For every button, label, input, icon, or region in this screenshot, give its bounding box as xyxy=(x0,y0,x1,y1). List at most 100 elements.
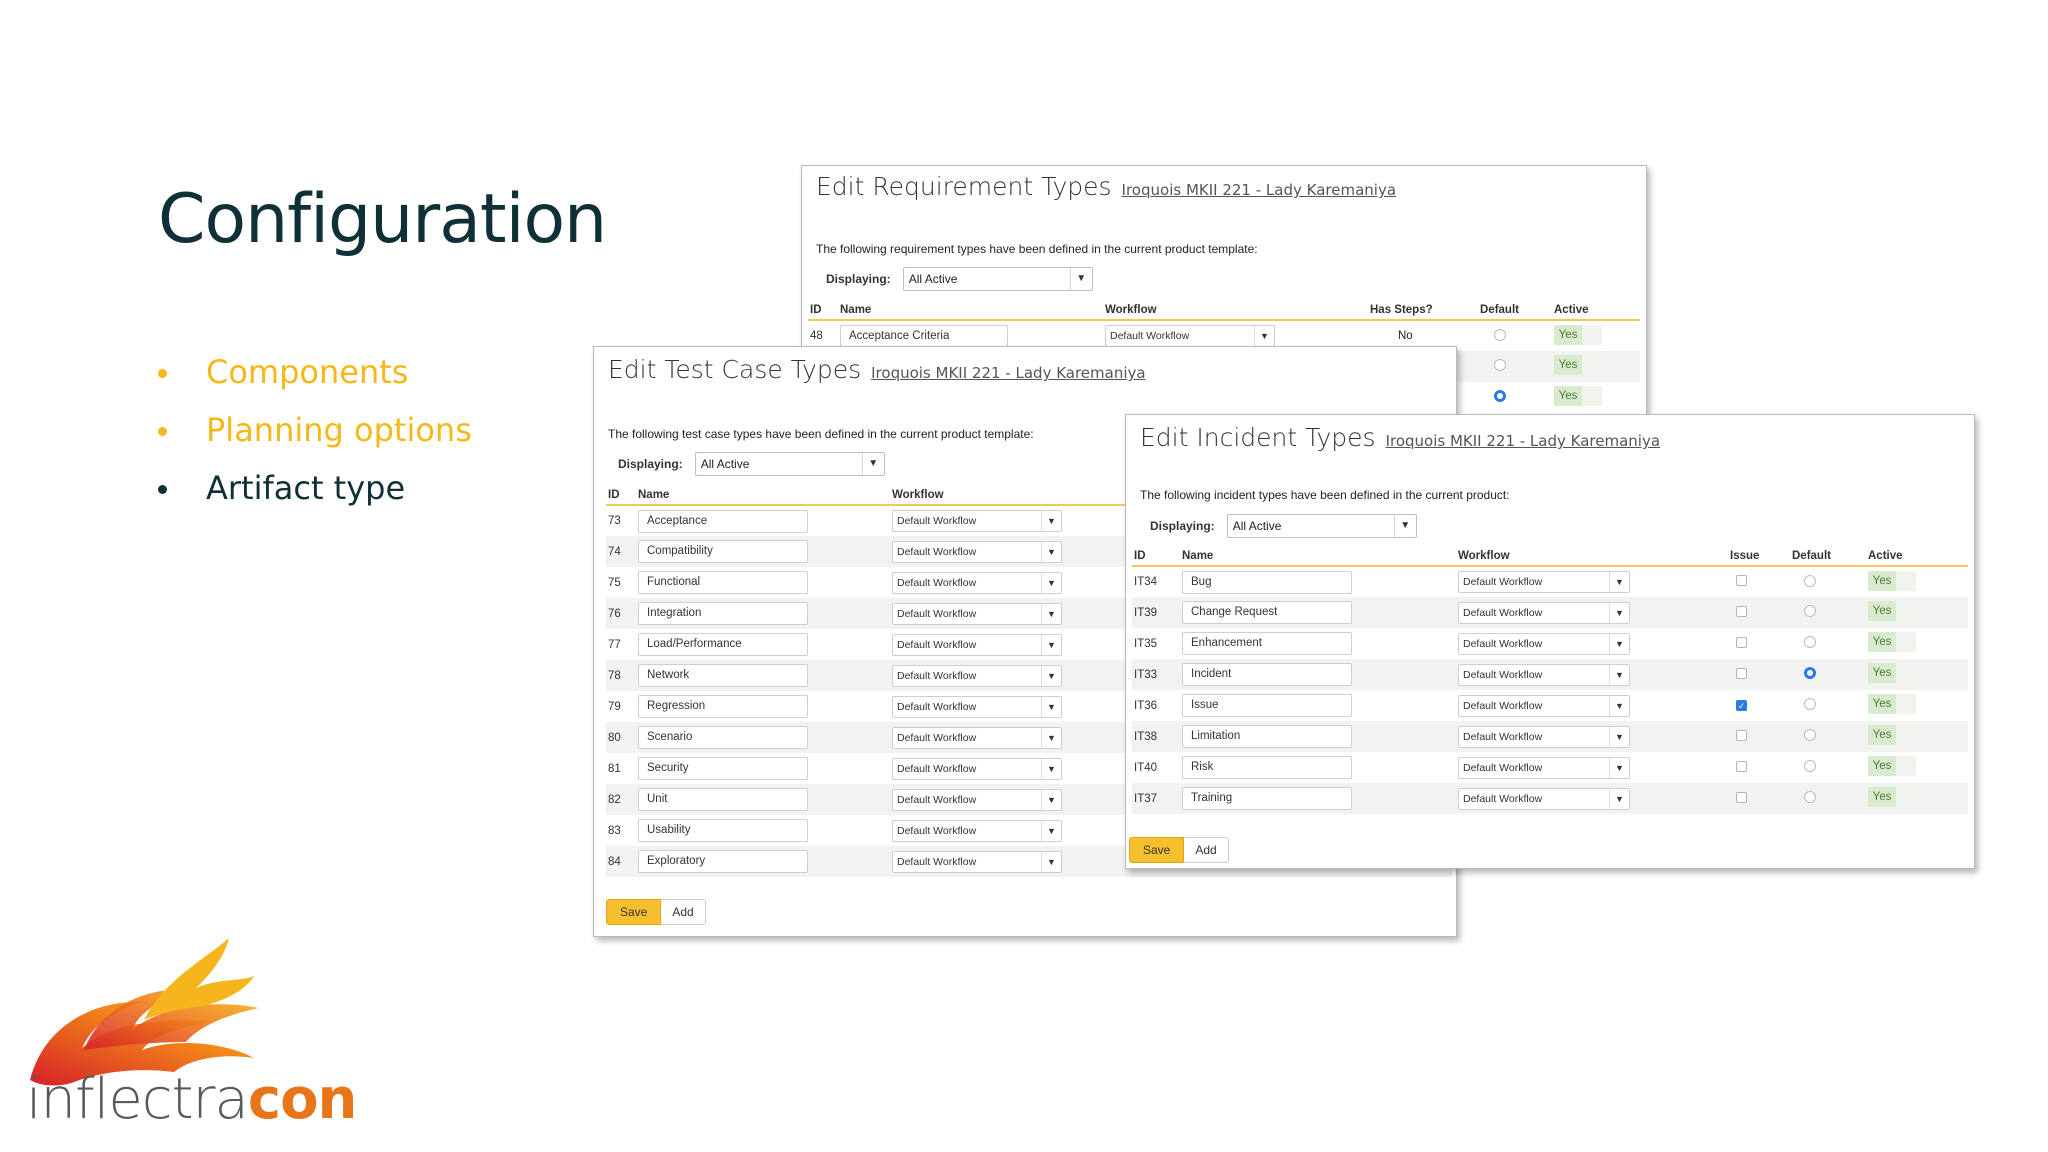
workflow-select[interactable]: Default Workflow ▼ xyxy=(892,540,1062,563)
issue-checkbox[interactable] xyxy=(1736,667,1747,679)
name-field[interactable]: Change Request xyxy=(1182,601,1352,624)
name-field[interactable]: Enhancement xyxy=(1182,632,1352,655)
workflow-select[interactable]: Default Workflow ▼ xyxy=(1458,694,1630,717)
default-radio[interactable] xyxy=(1804,605,1816,617)
workflow-select[interactable]: Default Workflow ▼ xyxy=(892,571,1062,594)
workflow-select[interactable]: Default Workflow ▼ xyxy=(1458,787,1630,810)
product-link[interactable]: Iroquois MKII 221 - Lady Karemaniya xyxy=(1122,181,1396,199)
workflow-select[interactable]: Default Workflow ▼ xyxy=(892,602,1062,625)
default-radio[interactable] xyxy=(1494,359,1506,371)
issue-checkbox[interactable] xyxy=(1736,729,1747,741)
workflow-select[interactable]: Default Workflow ▼ xyxy=(1458,632,1630,655)
default-radio[interactable] xyxy=(1804,760,1816,772)
workflow-select[interactable]: Default Workflow ▼ xyxy=(1458,571,1630,593)
name-field[interactable]: Security xyxy=(638,757,808,780)
name-field[interactable]: Load/Performance xyxy=(638,633,808,656)
workflow-select[interactable]: Default Workflow ▼ xyxy=(892,695,1062,718)
workflow-select[interactable]: Default Workflow ▼ xyxy=(1458,663,1630,686)
active-label: Yes xyxy=(1868,663,1896,683)
issue-checkbox[interactable] xyxy=(1736,605,1747,617)
col-header-id: ID xyxy=(1132,546,1180,567)
active-toggle[interactable]: Yes xyxy=(1868,725,1916,745)
default-radio[interactable] xyxy=(1804,667,1816,679)
default-radio[interactable] xyxy=(1804,698,1816,710)
name-field[interactable]: Unit xyxy=(638,788,808,811)
col-header-workflow: Workflow xyxy=(1103,300,1368,321)
name-field[interactable]: Issue xyxy=(1182,694,1352,717)
name-field[interactable]: Incident xyxy=(1182,663,1352,686)
workflow-select[interactable]: Default Workflow ▼ xyxy=(892,757,1062,780)
name-field[interactable]: Regression xyxy=(638,695,808,718)
issue-checkbox[interactable] xyxy=(1736,760,1747,772)
active-toggle[interactable]: Yes xyxy=(1868,694,1916,714)
row-id: IT40 xyxy=(1134,761,1158,774)
active-toggle[interactable]: Yes xyxy=(1868,632,1916,652)
active-label: Yes xyxy=(1554,324,1582,345)
displaying-select[interactable]: All Active ▼ xyxy=(1226,514,1417,538)
workflow-value: Default Workflow xyxy=(897,515,977,527)
active-toggle[interactable]: Yes xyxy=(1554,324,1602,345)
name-field[interactable]: Compatibility xyxy=(638,540,808,563)
active-toggle[interactable]: Yes xyxy=(1554,355,1602,375)
issue-checkbox[interactable] xyxy=(1736,575,1747,586)
row-id: 80 xyxy=(606,722,636,753)
default-radio[interactable] xyxy=(1804,574,1816,587)
issue-checkbox[interactable] xyxy=(1736,636,1747,648)
name-field[interactable]: Limitation xyxy=(1182,725,1352,748)
chevron-down-icon: ▼ xyxy=(1041,820,1061,841)
default-radio[interactable] xyxy=(1804,791,1816,803)
active-toggle[interactable]: Yes xyxy=(1554,386,1602,406)
product-link[interactable]: Iroquois MKII 221 - Lady Karemaniya xyxy=(1386,432,1660,450)
row-id: IT35 xyxy=(1134,637,1158,650)
workflow-select[interactable]: Default Workflow ▼ xyxy=(1105,325,1275,347)
add-button[interactable]: Add xyxy=(661,899,706,925)
row-id: 73 xyxy=(608,515,621,527)
save-button[interactable]: Save xyxy=(606,899,662,925)
chevron-down-icon: ▼ xyxy=(1609,633,1629,654)
workflow-select[interactable]: Default Workflow ▼ xyxy=(892,510,1062,532)
workflow-select[interactable]: Default Workflow ▼ xyxy=(1458,601,1630,624)
active-toggle[interactable]: Yes xyxy=(1868,756,1916,776)
issue-checkbox[interactable]: ✓ xyxy=(1736,699,1747,711)
active-toggle[interactable]: Yes xyxy=(1868,601,1916,621)
workflow-select[interactable]: Default Workflow ▼ xyxy=(892,726,1062,749)
product-link[interactable]: Iroquois MKII 221 - Lady Karemaniya xyxy=(871,364,1145,382)
name-field[interactable]: Acceptance Criteria xyxy=(840,324,1008,348)
active-label: Yes xyxy=(1868,756,1896,776)
name-field[interactable]: Training xyxy=(1182,787,1352,810)
name-field[interactable]: Scenario xyxy=(638,726,808,749)
displaying-filter: Displaying: All Active ▼ xyxy=(1150,514,1417,538)
workflow-select[interactable]: Default Workflow ▼ xyxy=(892,633,1062,656)
add-button[interactable]: Add xyxy=(1184,837,1229,863)
workflow-select[interactable]: Default Workflow ▼ xyxy=(892,664,1062,687)
name-field[interactable]: Bug xyxy=(1182,570,1352,594)
chevron-down-icon: ▼ xyxy=(1609,788,1629,809)
workflow-select[interactable]: Default Workflow ▼ xyxy=(892,850,1062,873)
displaying-value: All Active xyxy=(1232,519,1282,533)
save-button[interactable]: Save xyxy=(1129,837,1185,863)
displaying-select[interactable]: All Active ▼ xyxy=(902,267,1093,291)
name-field[interactable]: Functional xyxy=(638,571,808,594)
default-radio[interactable] xyxy=(1494,328,1506,341)
name-field[interactable]: Exploratory xyxy=(638,850,808,873)
name-field[interactable]: Usability xyxy=(638,819,808,842)
chevron-down-icon: ▼ xyxy=(1041,603,1061,624)
workflow-select[interactable]: Default Workflow ▼ xyxy=(892,819,1062,842)
active-toggle[interactable]: Yes xyxy=(1868,787,1916,807)
default-radio[interactable] xyxy=(1804,636,1816,648)
workflow-value: Default Workflow xyxy=(897,762,977,775)
active-toggle[interactable]: Yes xyxy=(1868,570,1916,591)
default-radio[interactable] xyxy=(1494,390,1506,402)
row-id: 75 xyxy=(608,576,621,589)
issue-checkbox[interactable] xyxy=(1736,791,1747,803)
displaying-select[interactable]: All Active ▼ xyxy=(694,452,885,476)
active-toggle[interactable]: Yes xyxy=(1868,663,1916,683)
name-field[interactable]: Acceptance xyxy=(638,509,808,533)
name-field[interactable]: Network xyxy=(638,664,808,687)
workflow-select[interactable]: Default Workflow ▼ xyxy=(1458,725,1630,748)
workflow-select[interactable]: Default Workflow ▼ xyxy=(892,788,1062,811)
default-radio[interactable] xyxy=(1804,729,1816,741)
workflow-select[interactable]: Default Workflow ▼ xyxy=(1458,756,1630,779)
name-field[interactable]: Integration xyxy=(638,602,808,625)
name-field[interactable]: Risk xyxy=(1182,756,1352,779)
